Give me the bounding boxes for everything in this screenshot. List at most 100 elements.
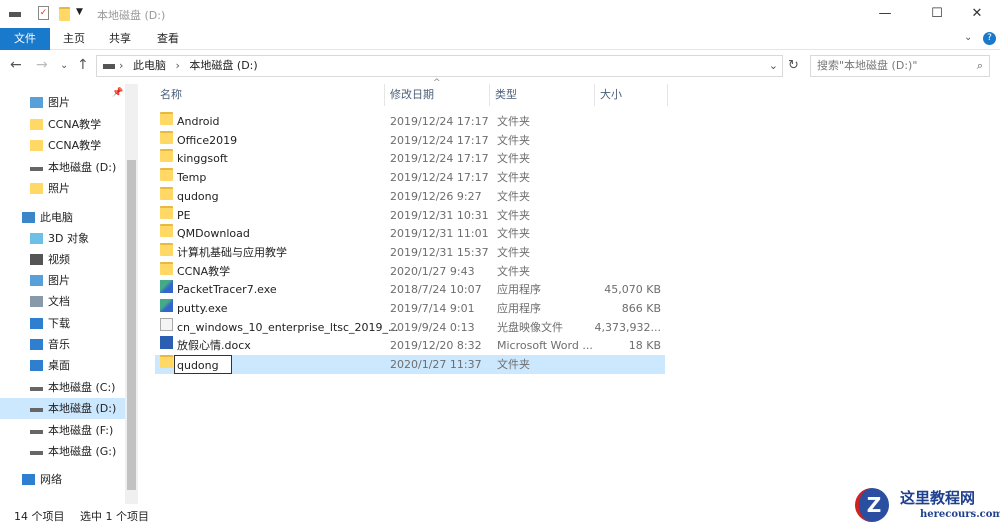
column-header-name[interactable]: 名称	[155, 84, 385, 106]
sidebar-item[interactable]: 音乐	[0, 334, 125, 355]
sidebar-item[interactable]: 本地磁盘 (G:)	[0, 441, 125, 462]
chevron-right-icon[interactable]: ›	[119, 56, 123, 76]
sidebar-item-label: 下载	[48, 317, 70, 330]
sidebar-item[interactable]: 下载	[0, 313, 125, 334]
sidebar-item[interactable]: 网络	[0, 469, 125, 490]
expand-ribbon-icon[interactable]: ⌄	[964, 32, 972, 43]
search-input[interactable]: 搜索"本地磁盘 (D:)" ⌕	[810, 55, 990, 77]
drive-icon	[30, 387, 43, 391]
file-date: 2019/12/26 9:27	[390, 189, 482, 203]
recent-locations-button[interactable]: ⌄	[60, 60, 68, 71]
file-date: 2019/12/24 17:17	[390, 133, 489, 147]
computer-icon	[22, 212, 35, 223]
file-size: 866 KB	[621, 302, 661, 315]
forward-button[interactable]: →	[36, 57, 48, 73]
drive-icon	[9, 12, 21, 17]
music-icon	[30, 339, 43, 350]
file-name: qudong	[177, 189, 219, 203]
sidebar-item[interactable]: 图片	[0, 92, 125, 113]
navigation-pane: 图片 CCNA教学 CCNA教学 本地磁盘 (D:) 照片 此电脑 3D 对象 视频 图片 文档下…	[0, 84, 125, 504]
application-icon	[160, 280, 173, 294]
sidebar-item-label: 图片	[48, 96, 70, 109]
sidebar-item[interactable]: 本地磁盘 (F:)	[0, 420, 125, 441]
sidebar-item[interactable]: 此电脑	[0, 207, 125, 228]
new-folder-icon[interactable]	[59, 7, 70, 21]
file-row[interactable]: Android 2019/12/24 17:17 文件夹	[155, 112, 665, 131]
sidebar-item[interactable]: 文档	[0, 291, 125, 312]
drive-icon	[30, 430, 43, 434]
column-header-size[interactable]: 大小	[595, 84, 668, 106]
file-size: 4,373,932...	[594, 320, 661, 334]
file-date: 2019/7/14 9:01	[390, 302, 475, 315]
sidebar-item[interactable]: CCNA教学	[0, 114, 125, 135]
file-row[interactable]: cn_windows_10_enterprise_ltsc_2019_... 20…	[155, 317, 665, 337]
close-button[interactable]: ✕	[954, 0, 1000, 28]
address-bar[interactable]: › 此电脑 › 本地磁盘 (D:) ⌄	[96, 55, 783, 77]
sidebar-scrollbar-thumb[interactable]	[127, 160, 136, 490]
file-row[interactable]: CCNA教学 2020/1/27 9:43 文件夹	[155, 261, 665, 281]
sidebar-item[interactable]: 图片	[0, 270, 125, 291]
sidebar-item-label: 本地磁盘 (D:)	[48, 161, 117, 174]
file-row[interactable]: kinggsoft 2019/12/24 17:17 文件夹	[155, 149, 665, 168]
tab-share[interactable]: 共享	[98, 28, 142, 50]
rename-input[interactable]: qudong	[174, 355, 232, 375]
file-row[interactable]: 计算机基础与应用教学 2019/12/31 15:37 文件夹	[155, 242, 665, 262]
watermark-url: herecours.com	[920, 509, 1000, 520]
sidebar-item[interactable]: 照片	[0, 178, 125, 199]
sidebar-item[interactable]: 桌面	[0, 355, 125, 376]
file-date: 2019/12/20 8:32	[390, 339, 482, 353]
documents-icon	[30, 296, 43, 307]
file-type: 文件夹	[497, 171, 530, 185]
tab-file[interactable]: 文件	[0, 28, 50, 50]
file-date: 2020/1/27 11:37	[390, 358, 482, 372]
file-row[interactable]: qudong 2019/12/26 9:27 文件夹	[155, 186, 665, 206]
sidebar-item-label: 本地磁盘 (F:)	[48, 424, 114, 437]
folder-icon	[160, 224, 173, 238]
column-header-type[interactable]: 类型	[490, 84, 595, 106]
sidebar-item[interactable]: 本地磁盘 (D:)	[0, 398, 125, 419]
file-row[interactable]: Temp 2019/12/24 17:17 文件夹	[155, 168, 665, 187]
minimize-button[interactable]: —	[862, 0, 908, 28]
file-type: 文件夹	[497, 227, 530, 241]
file-row[interactable]: qudong 2020/1/27 11:37 文件夹	[155, 355, 665, 375]
sidebar-item[interactable]: 3D 对象	[0, 228, 125, 249]
status-item-count: 14 个项目	[14, 510, 65, 523]
pictures-icon	[30, 97, 43, 108]
breadcrumb-this-pc[interactable]: 此电脑	[133, 59, 166, 72]
back-button[interactable]: ←	[10, 57, 22, 73]
file-size: 45,070 KB	[604, 283, 661, 297]
refresh-button[interactable]: ↻	[788, 58, 799, 73]
sidebar-item-label: CCNA教学	[48, 139, 102, 152]
sidebar-item-label: 照片	[48, 182, 70, 195]
help-icon[interactable]: ?	[983, 32, 996, 45]
chevron-right-icon[interactable]: ›	[176, 59, 180, 72]
file-row[interactable]: PacketTracer7.exe 2018/7/24 10:07 应用程序 45,0…	[155, 280, 665, 299]
sidebar-item[interactable]: 本地磁盘 (D:)	[0, 157, 125, 178]
up-button[interactable]: ↑	[77, 57, 89, 73]
sidebar-item[interactable]: 本地磁盘 (C:)	[0, 377, 125, 398]
sort-ascending-icon: ^	[433, 78, 441, 88]
file-type: 文件夹	[497, 264, 530, 278]
file-row[interactable]: Office2019 2019/12/24 17:17 文件夹	[155, 130, 665, 150]
file-name: QMDownload	[177, 227, 250, 241]
address-dropdown-icon[interactable]: ⌄	[769, 56, 778, 76]
sidebar-item-label: 桌面	[48, 359, 70, 372]
sidebar-item-label: 此电脑	[40, 211, 73, 224]
sidebar-item[interactable]: 视频	[0, 249, 125, 270]
tab-home[interactable]: 主页	[52, 28, 96, 50]
tab-view[interactable]: 查看	[146, 28, 190, 50]
breadcrumb-drive-d[interactable]: 本地磁盘 (D:)	[189, 59, 257, 72]
file-row[interactable]: QMDownload 2019/12/31 11:01 文件夹	[155, 224, 665, 243]
properties-icon[interactable]: ✓	[38, 6, 49, 20]
sidebar-item-label: 图片	[48, 274, 70, 287]
customize-quick-access-icon[interactable]: ▼	[76, 7, 83, 17]
folder-icon	[160, 130, 173, 144]
file-row[interactable]: 放假心情.docx 2019/12/20 8:32 Microsoft Word .…	[155, 336, 665, 355]
file-name: Temp	[177, 171, 207, 185]
file-date: 2018/7/24 10:07	[390, 283, 482, 297]
file-row[interactable]: PE 2019/12/31 10:31 文件夹	[155, 205, 665, 225]
file-name: Android	[177, 115, 220, 128]
file-row[interactable]: putty.exe 2019/7/14 9:01 应用程序 866 KB	[155, 299, 665, 318]
file-date: 2019/12/31 10:31	[390, 208, 489, 222]
sidebar-item[interactable]: CCNA教学	[0, 135, 125, 156]
